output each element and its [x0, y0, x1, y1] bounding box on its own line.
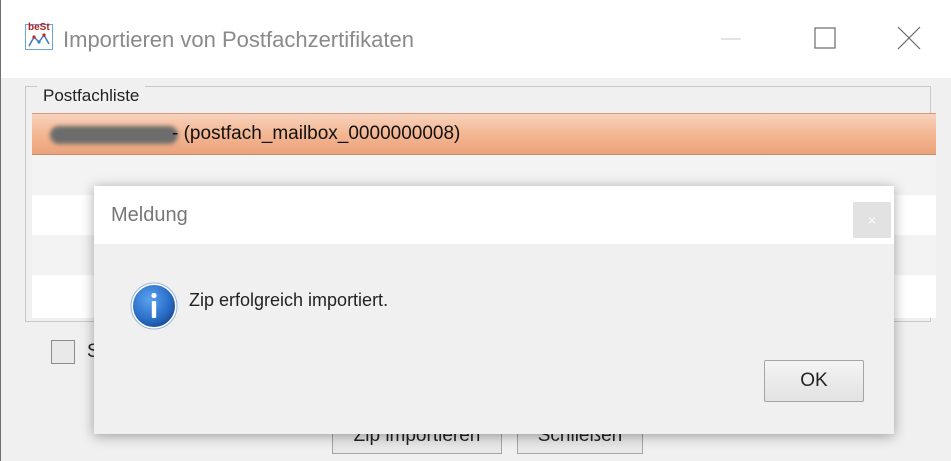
info-icon: [130, 282, 178, 330]
window-titlebar: beSt Importieren von Postfachzertifikate…: [1, 0, 951, 78]
dialog-title: Meldung: [111, 204, 188, 226]
window-title: Importieren von Postfachzertifikaten: [63, 27, 414, 52]
ok-button[interactable]: OK: [764, 360, 864, 402]
minimize-icon: [721, 38, 741, 40]
dialog-close-button[interactable]: ×: [853, 202, 891, 238]
option-checkbox[interactable]: [51, 340, 75, 364]
minimize-button[interactable]: [711, 20, 751, 56]
dialog-message: Zip erfolgreich importiert.: [189, 290, 389, 310]
redacted-name: [50, 126, 178, 144]
app-icon: beSt: [25, 22, 53, 50]
close-icon: [897, 26, 921, 50]
list-item-selected[interactable]: - (postfach_mailbox_0000000008): [32, 113, 936, 155]
close-button[interactable]: [889, 20, 929, 56]
postfachliste-legend: Postfachliste: [37, 86, 146, 106]
maximize-icon: [814, 27, 836, 49]
close-icon: ×: [867, 212, 877, 228]
message-dialog: Meldung × Zip erfolgreich importiert. OK: [94, 186, 894, 434]
list-item-label: - (postfach_mailbox_0000000008): [172, 123, 461, 144]
dialog-titlebar: Meldung ×: [94, 186, 894, 244]
maximize-button[interactable]: [805, 20, 845, 56]
